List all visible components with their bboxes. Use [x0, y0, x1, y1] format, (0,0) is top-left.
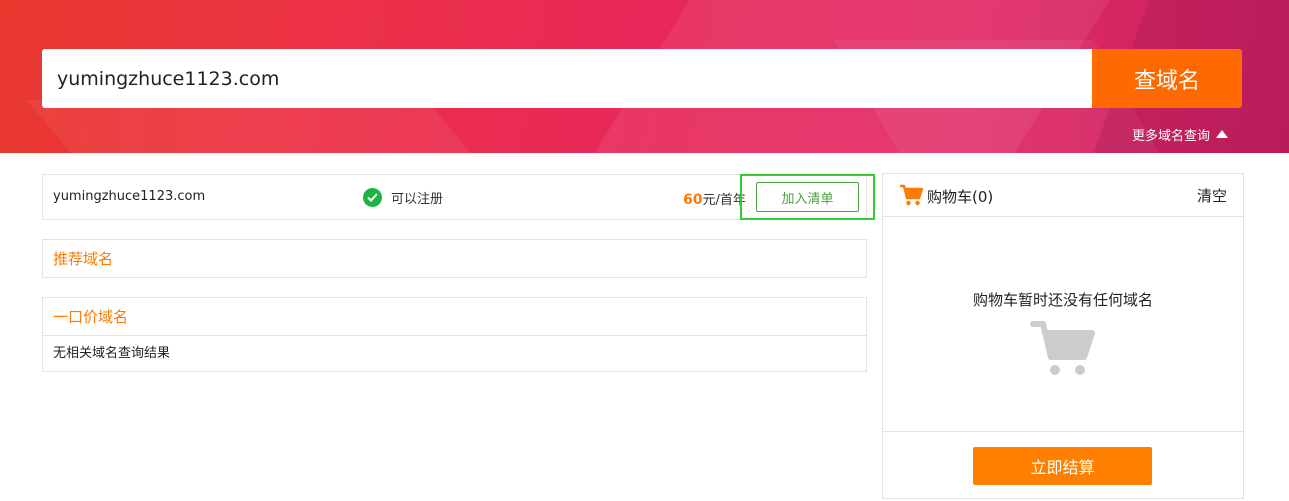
shopping-cart-icon — [899, 184, 924, 210]
recommended-domains-section: 推荐域名 — [42, 239, 867, 278]
more-domain-search-link[interactable]: 更多域名查询 — [1132, 125, 1229, 144]
recommended-domains-title: 推荐域名 — [53, 250, 114, 268]
domain-search-input[interactable] — [42, 49, 1092, 108]
cart-footer: 立即结算 — [883, 431, 1243, 499]
domain-result-row: yumingzhuce1123.com 可以注册 60元/首年 加入清单 — [42, 174, 867, 220]
cart-title: 购物车(0) — [927, 188, 994, 206]
price-unit: 元/首年 — [702, 193, 746, 208]
price-value: 60 — [683, 192, 703, 208]
add-to-list-button[interactable]: 加入清单 — [756, 182, 859, 212]
more-domain-search-label: 更多域名查询 — [1132, 128, 1211, 144]
availability-status-label: 可以注册 — [391, 192, 444, 207]
cart-header: 购物车(0) 清空 — [883, 174, 1243, 217]
fixed-price-domains-section: 一口价域名 无相关域名查询结果 — [42, 297, 867, 372]
fixed-price-domains-title: 一口价域名 — [43, 298, 866, 336]
header-banner: 查域名 更多域名查询 — [0, 0, 1289, 153]
triangle-up-icon — [1216, 130, 1229, 138]
availability-status: 可以注册 — [363, 188, 443, 207]
clear-cart-button[interactable]: 清空 — [1197, 185, 1227, 206]
fixed-price-empty-message: 无相关域名查询结果 — [53, 346, 171, 361]
domain-price: 60元/首年 — [683, 189, 746, 208]
search-domain-button[interactable]: 查域名 — [1092, 49, 1242, 108]
checkout-button[interactable]: 立即结算 — [973, 447, 1152, 485]
cart-empty-message: 购物车暂时还没有任何域名 — [972, 291, 1153, 309]
shopping-cart-panel: 购物车(0) 清空 购物车暂时还没有任何域名 立即结算 — [882, 173, 1244, 499]
check-circle-icon — [363, 188, 382, 207]
result-domain-name: yumingzhuce1123.com — [53, 189, 206, 204]
empty-cart-icon — [1030, 319, 1096, 381]
